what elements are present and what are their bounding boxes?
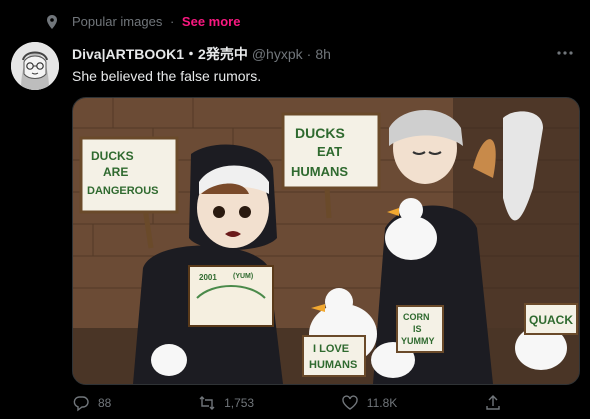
reply-icon xyxy=(73,396,89,412)
social-context: Popular images · See more xyxy=(46,14,240,29)
more-horizontal-icon xyxy=(557,51,573,55)
sign-left-line-1: DUCKS xyxy=(91,149,134,163)
tweet-actions: 88 1,753 11.8K xyxy=(72,394,502,412)
like-count: 11.8K xyxy=(366,396,398,410)
sign-left-line-3: DANGEROUS xyxy=(87,185,159,197)
sign-center-line-2: EAT xyxy=(317,144,342,159)
board-small-title: 2001 xyxy=(199,273,217,282)
illustration: 2001 (YUM) DUCKS ARE DANGEROUS DUCKS EAT… xyxy=(73,98,579,384)
see-more-link[interactable]: See more xyxy=(182,14,241,29)
board-small-sub: (YUM) xyxy=(233,273,253,280)
location-pin-icon xyxy=(47,14,57,29)
timestamp[interactable]: 8h xyxy=(315,46,331,62)
sign-left-line-2: ARE xyxy=(103,165,128,179)
sign-center-line-1: DUCKS xyxy=(295,125,345,141)
retweet-button[interactable]: 1,753 xyxy=(198,394,254,412)
reply-count: 88 xyxy=(98,396,112,410)
avatar[interactable] xyxy=(11,42,59,90)
tweet-header: Diva|ARTBOOK1・2発売中 @hyxpk · 8h xyxy=(72,44,574,64)
sign-corn-line-2: IS xyxy=(413,324,422,334)
separator: · xyxy=(306,46,312,62)
retweet-count: 1,753 xyxy=(224,396,255,410)
like-button[interactable]: 11.8K xyxy=(341,394,397,412)
user-handle[interactable]: @hyxpk xyxy=(252,46,303,62)
sign-corn-line-3: YUMMY xyxy=(401,336,435,346)
tweet-text: She believed the false rumors. xyxy=(72,68,262,84)
sign-quack: QUACK xyxy=(529,313,573,327)
display-name[interactable]: Diva|ARTBOOK1・2発売中 xyxy=(72,44,248,64)
heart-icon xyxy=(342,395,358,410)
avatar-image xyxy=(11,42,59,90)
reply-button[interactable]: 88 xyxy=(72,394,111,412)
popular-images-label: Popular images xyxy=(72,14,163,29)
sign-love-line-2: HUMANS xyxy=(309,359,357,371)
tweet-media-image[interactable]: 2001 (YUM) DUCKS ARE DANGEROUS DUCKS EAT… xyxy=(72,97,580,385)
share-button[interactable] xyxy=(484,394,502,412)
sign-corn-line-1: CORN xyxy=(403,312,430,322)
separator: · xyxy=(169,14,175,29)
share-icon xyxy=(486,395,500,410)
more-options-button[interactable] xyxy=(556,44,574,67)
retweet-icon xyxy=(199,396,215,410)
sign-love-line-1: I LOVE xyxy=(313,343,349,355)
sign-center-line-3: HUMANS xyxy=(291,164,348,179)
